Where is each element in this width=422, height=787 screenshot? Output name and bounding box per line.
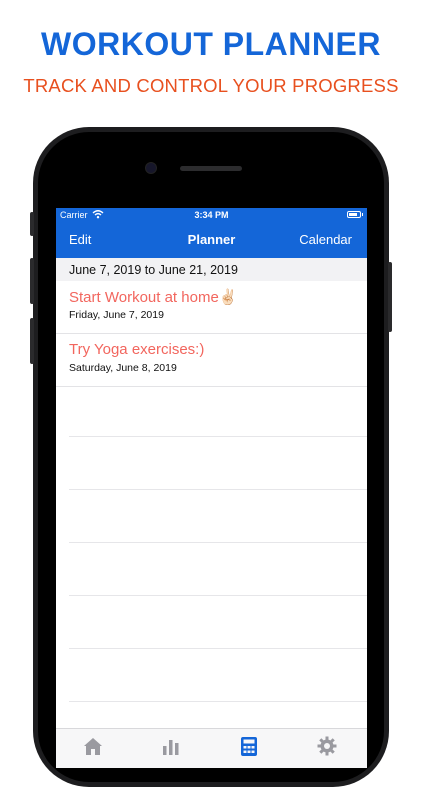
app-screen: Carrier 3:34 PM Edit Planner Calendar Ju… [56, 208, 367, 768]
row-separator [69, 701, 367, 702]
promo-subtitle: TRACK AND CONTROL YOUR PROGRESS [23, 75, 399, 96]
entry-date: Saturday, June 8, 2019 [69, 362, 177, 374]
tab-planner[interactable] [238, 735, 260, 759]
calendar-button[interactable]: Calendar [299, 232, 352, 247]
bar-chart-icon [163, 740, 179, 755]
row-separator [69, 595, 367, 596]
mute-switch [30, 212, 34, 236]
date-range-header: June 7, 2019 to June 21, 2019 [56, 258, 367, 281]
power-button [388, 262, 392, 332]
battery-icon [347, 211, 363, 218]
row-separator [69, 489, 367, 490]
status-bar: Carrier 3:34 PM [56, 208, 367, 222]
tab-home[interactable] [82, 735, 104, 759]
navigation-bar: Edit Planner Calendar [56, 222, 367, 258]
tab-settings[interactable] [316, 735, 338, 759]
earpiece-speaker [180, 166, 242, 171]
promo-title: WORKOUT PLANNER [41, 26, 381, 62]
front-camera [146, 163, 156, 173]
tab-statistics[interactable] [160, 735, 182, 759]
volume-down-button [30, 318, 34, 364]
list-item[interactable]: Try Yoga exercises:) Saturday, June 8, 2… [56, 334, 367, 387]
home-icon [84, 738, 102, 755]
status-time: 3:34 PM [194, 210, 229, 220]
calculator-icon [241, 737, 257, 756]
entry-date: Friday, June 7, 2019 [69, 309, 164, 321]
row-separator [69, 648, 367, 649]
volume-up-button [30, 258, 34, 304]
date-range-label: June 7, 2019 to June 21, 2019 [69, 263, 238, 277]
list-item[interactable]: Start Workout at home✌🏻 Friday, June 7, … [56, 281, 367, 334]
tab-bar [56, 728, 367, 768]
entry-title: Start Workout at home✌🏻 [69, 289, 238, 306]
row-separator [69, 436, 367, 437]
row-separator [69, 542, 367, 543]
gear-icon [317, 736, 337, 756]
entry-title: Try Yoga exercises:) [69, 341, 205, 358]
